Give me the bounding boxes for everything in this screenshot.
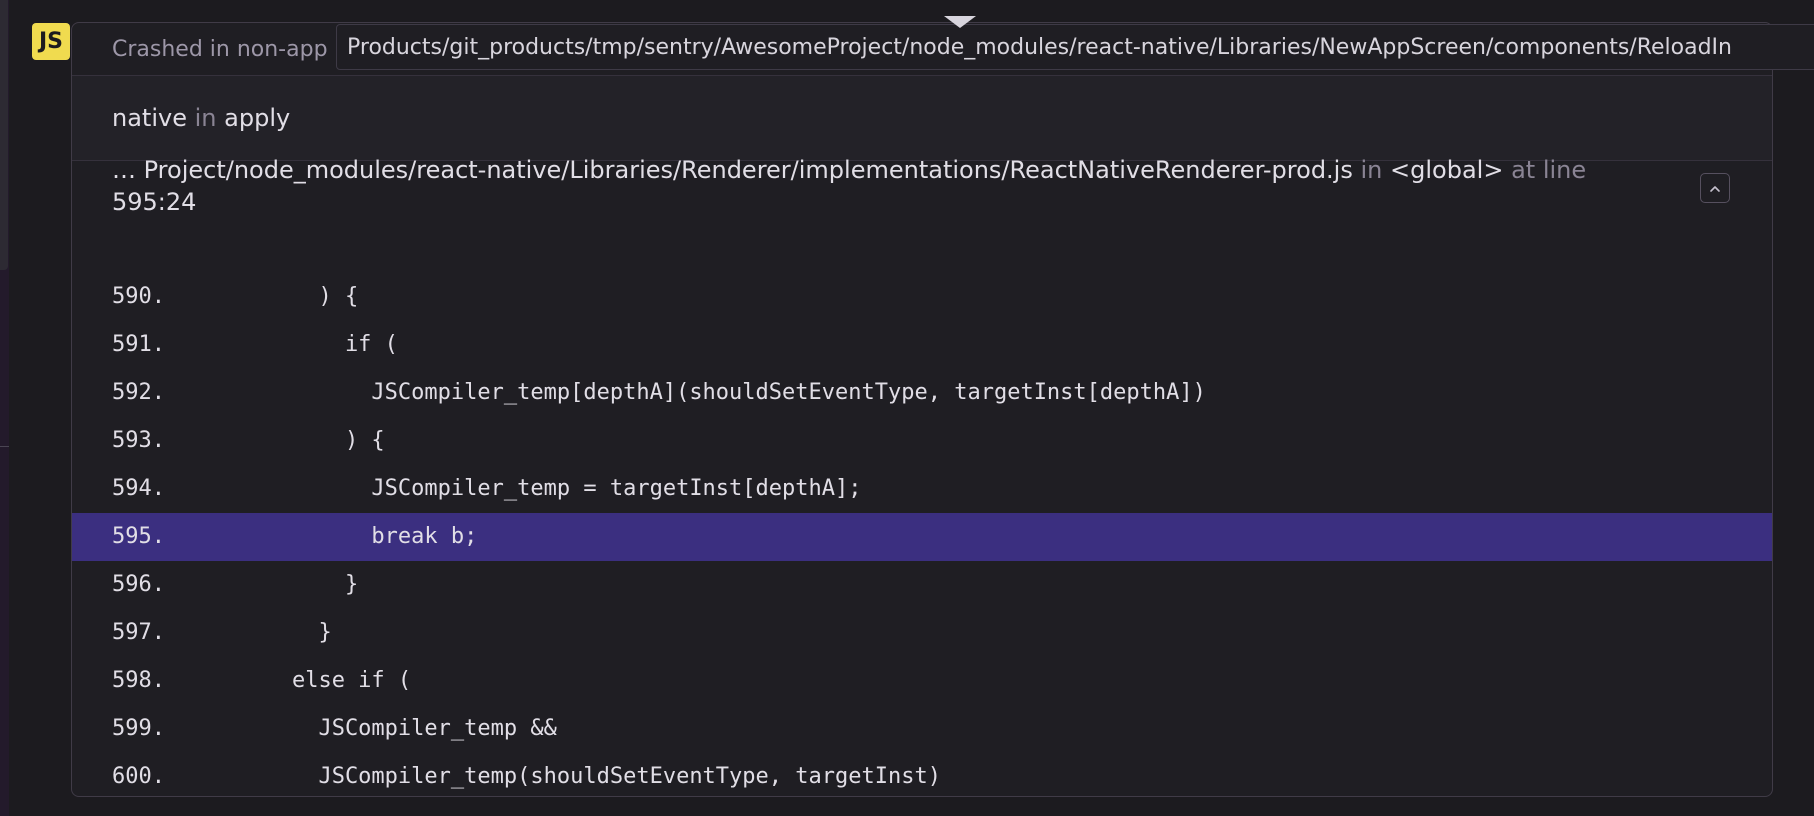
crashed-in-non-app-label: Crashed in non-app	[112, 37, 328, 62]
line-code: }	[186, 620, 332, 645]
line-code: JSCompiler_temp(shouldSetEventType, targ…	[186, 764, 941, 789]
native-frame-function: apply	[224, 104, 291, 132]
line-code: JSCompiler_temp &&	[186, 716, 557, 741]
left-edge-divider	[0, 446, 9, 447]
line-code: ) {	[186, 284, 359, 309]
line-code: ) {	[186, 428, 385, 453]
stack-trace-view: native in apply … Project/node_modules/r…	[0, 0, 1814, 816]
tooltip-caret	[944, 16, 976, 28]
frame-context-panel: native in apply … Project/node_modules/r…	[71, 22, 1773, 797]
left-edge-strip	[0, 0, 8, 270]
line-code: else if (	[186, 668, 412, 693]
code-line: 591. if (	[72, 321, 1772, 369]
native-frame-in: in	[194, 104, 217, 132]
line-code: JSCompiler_temp = targetInst[depthA];	[186, 476, 862, 501]
code-line: 594. JSCompiler_temp = targetInst[depthA…	[72, 465, 1772, 513]
file-path-tooltip: Products/git_products/tmp/sentry/Awesome…	[336, 24, 1814, 70]
left-edge-panel	[0, 0, 9, 816]
code-line-active: 595. break b;	[72, 513, 1772, 561]
frame-in: in	[1360, 156, 1383, 184]
line-code: if (	[186, 332, 398, 357]
line-code: break b;	[186, 524, 478, 549]
code-line: 598. else if (	[72, 657, 1772, 705]
frame-at-line: at line	[1511, 156, 1587, 184]
code-line: 592. JSCompiler_temp[depthA](shouldSetEv…	[72, 369, 1772, 417]
collapse-frame-button[interactable]	[1700, 173, 1730, 203]
code-line: 600. JSCompiler_temp(shouldSetEventType,…	[72, 753, 1772, 796]
code-line: 596. }	[72, 561, 1772, 609]
platform-js-icon: JS	[32, 23, 70, 60]
code-line: 590. ) {	[72, 273, 1772, 321]
chevron-up-icon	[1710, 185, 1720, 192]
code-line: 593. ) {	[72, 417, 1772, 465]
native-frame-module: native	[112, 104, 187, 132]
native-frame-row[interactable]: native in apply	[72, 75, 1772, 161]
frame-header[interactable]: … Project/node_modules/react-native/Libr…	[112, 154, 1672, 218]
frame-function: <global>	[1390, 156, 1504, 184]
line-code: JSCompiler_temp[depthA](shouldSetEventTy…	[186, 380, 1206, 405]
frame-path: … Project/node_modules/react-native/Libr…	[112, 156, 1353, 184]
line-code: }	[186, 572, 359, 597]
code-context: 590. ) {591. if (592. JSCompiler_temp[de…	[72, 273, 1772, 796]
code-line: 599. JSCompiler_temp &&	[72, 705, 1772, 753]
frame-location: 595:24	[112, 188, 197, 216]
code-line: 597. }	[72, 609, 1772, 657]
